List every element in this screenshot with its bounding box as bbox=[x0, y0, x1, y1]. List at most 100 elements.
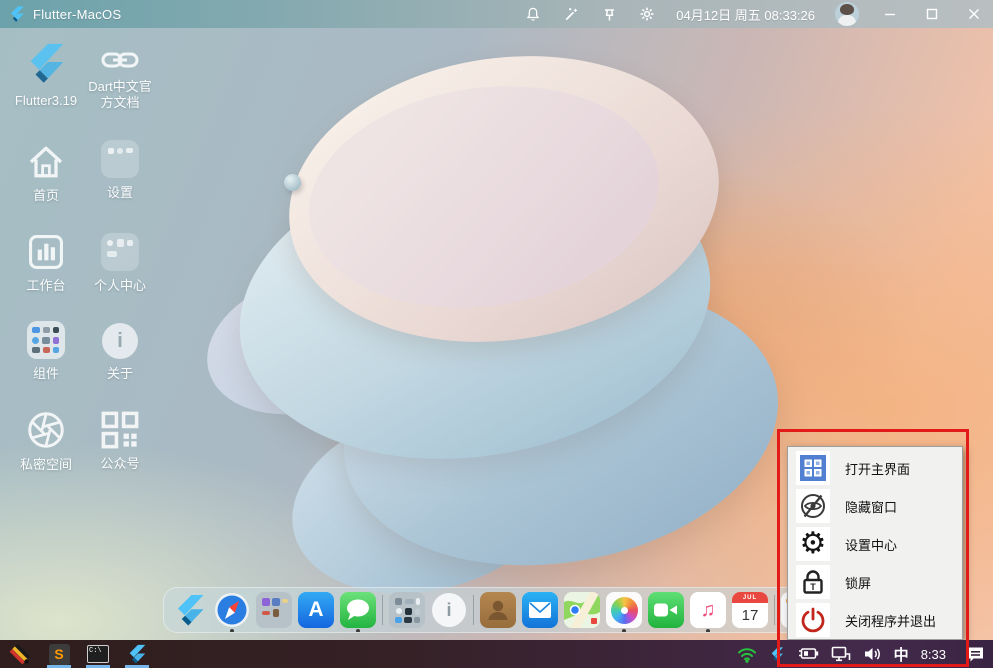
mail-icon bbox=[522, 592, 558, 628]
magic-wand-icon[interactable] bbox=[562, 5, 580, 23]
close-button[interactable] bbox=[963, 4, 985, 24]
titlebar-datetime: 04月12日 周五 08:33:26 bbox=[676, 7, 815, 23]
lock-screen-icon: T bbox=[803, 570, 823, 594]
dock-mail[interactable] bbox=[522, 592, 558, 628]
windows-taskbar: S C:\ 中 8:33 bbox=[0, 640, 993, 668]
shortcut-label: 个人中心 bbox=[93, 278, 146, 293]
dock-messages[interactable] bbox=[340, 592, 376, 632]
flutter-logo bbox=[129, 644, 146, 664]
shortcut-label: 关于 bbox=[106, 366, 133, 381]
dock-contacts[interactable] bbox=[480, 592, 516, 628]
shortcut-label: 设置 bbox=[106, 185, 133, 200]
menu-item-hide-window[interactable]: 隐藏窗口 bbox=[788, 487, 962, 525]
dock-music[interactable]: ♫ bbox=[690, 592, 726, 632]
qrcode-icon bbox=[101, 411, 139, 449]
dock-safari[interactable] bbox=[214, 592, 250, 632]
titlebar-gear-icon[interactable] bbox=[638, 5, 656, 23]
paint-brush-icon bbox=[9, 643, 31, 665]
messages-icon bbox=[340, 592, 376, 628]
tray-flutter-icon[interactable] bbox=[769, 646, 785, 662]
notification-center-icon[interactable] bbox=[966, 646, 985, 663]
info-circle-icon: i bbox=[102, 323, 138, 359]
taskbar-sublime-text[interactable]: S bbox=[46, 640, 72, 668]
taskbar-flutter-app[interactable] bbox=[124, 640, 150, 668]
aperture-icon bbox=[28, 412, 64, 448]
maximize-button[interactable] bbox=[921, 4, 943, 24]
tray-context-menu: 打开主界面 隐藏窗口 ⚙ 设置中心 T 锁屏 关闭程序并退出 bbox=[787, 446, 963, 640]
menu-item-label: 锁屏 bbox=[845, 575, 872, 591]
wifi-icon[interactable] bbox=[737, 646, 757, 663]
calendar-day: 17 bbox=[741, 607, 759, 624]
shortcut-dart-docs[interactable]: Dart中文官方文档 bbox=[82, 48, 158, 111]
network-icon[interactable] bbox=[831, 646, 851, 662]
menu-item-label: 设置中心 bbox=[845, 537, 898, 553]
dock-calendar[interactable]: JUL 17 bbox=[732, 592, 768, 628]
cmd-label: C:\ bbox=[89, 647, 102, 655]
ime-indicator[interactable]: 中 bbox=[894, 644, 909, 665]
pin-icon[interactable] bbox=[600, 5, 618, 23]
running-indicator bbox=[230, 629, 234, 632]
shortcut-home[interactable]: 首页 bbox=[8, 143, 84, 204]
sublime-letter: S bbox=[54, 646, 64, 662]
flutter-logo-icon bbox=[11, 6, 24, 22]
shortcut-about[interactable]: i 关于 bbox=[82, 323, 158, 382]
workbench-chart-icon bbox=[29, 235, 63, 269]
main-ui-grid-icon bbox=[800, 455, 826, 481]
shortcut-workbench[interactable]: 工作台 bbox=[8, 233, 84, 294]
running-indicator bbox=[706, 629, 710, 632]
battery-power-icon[interactable] bbox=[797, 647, 819, 661]
shortcut-label: Flutter3.19 bbox=[14, 93, 78, 108]
about-letter: i bbox=[446, 599, 452, 620]
info-letter: i bbox=[117, 329, 123, 352]
app-store-letter: A bbox=[308, 598, 324, 621]
volume-icon[interactable] bbox=[863, 646, 882, 662]
menu-item-open-main-ui[interactable]: 打开主界面 bbox=[788, 449, 962, 487]
minimize-button[interactable] bbox=[879, 4, 901, 24]
settings-box-icon bbox=[101, 140, 139, 178]
shortcut-label: 组件 bbox=[32, 366, 59, 381]
dock-app-store[interactable]: A bbox=[298, 592, 334, 628]
titlebar: Flutter-MacOS 04月12日 周五 08:33:26 bbox=[0, 0, 993, 28]
maps-icon bbox=[564, 592, 600, 628]
dock-about[interactable]: i bbox=[431, 592, 467, 628]
menu-item-lock-screen[interactable]: T 锁屏 bbox=[788, 563, 962, 601]
dock-facetime[interactable] bbox=[648, 592, 684, 628]
contacts-icon bbox=[480, 592, 516, 628]
dock-maps[interactable] bbox=[564, 592, 600, 628]
dock-utilities-folder-b[interactable] bbox=[389, 592, 425, 628]
link-icon bbox=[101, 52, 139, 68]
tray-clock[interactable]: 8:33 bbox=[921, 647, 946, 662]
svg-text:T: T bbox=[810, 582, 816, 592]
wallpaper-sphere bbox=[284, 174, 301, 191]
shortcut-label: 私密空间 bbox=[19, 457, 72, 472]
music-icon: ♫ bbox=[690, 592, 726, 628]
profile-box-icon bbox=[101, 233, 139, 271]
about-info-icon: i bbox=[432, 593, 466, 627]
bell-icon[interactable] bbox=[524, 5, 542, 23]
utilities-folder-icon bbox=[389, 592, 425, 628]
music-note-glyph: ♫ bbox=[700, 598, 716, 621]
running-indicator bbox=[622, 629, 626, 632]
shortcut-flutter319[interactable]: Flutter3.19 bbox=[8, 40, 84, 109]
photos-icon bbox=[606, 592, 642, 628]
shortcut-private-space[interactable]: 私密空间 bbox=[8, 410, 84, 473]
taskbar-command-prompt[interactable]: C:\ bbox=[85, 640, 111, 668]
home-icon bbox=[29, 146, 63, 178]
dock-utilities-folder-a[interactable] bbox=[256, 592, 292, 628]
dock: A i ♫ JUL 17 bbox=[163, 587, 804, 633]
user-avatar[interactable] bbox=[835, 2, 859, 26]
dock-flutter[interactable] bbox=[172, 592, 208, 628]
dock-separator bbox=[382, 595, 383, 625]
facetime-icon bbox=[648, 592, 684, 628]
shortcut-official-account[interactable]: 公众号 bbox=[82, 411, 158, 472]
menu-item-settings-center[interactable]: ⚙ 设置中心 bbox=[788, 525, 962, 563]
menu-item-label: 关闭程序并退出 bbox=[845, 613, 937, 629]
shortcut-components[interactable]: 组件 bbox=[8, 321, 84, 382]
shortcut-profile[interactable]: 个人中心 bbox=[82, 233, 158, 294]
menu-item-quit[interactable]: 关闭程序并退出 bbox=[788, 601, 962, 639]
calendar-icon: JUL 17 bbox=[732, 592, 768, 628]
app-window: Flutter-MacOS 04月12日 周五 08:33:26 Flutter… bbox=[0, 0, 993, 668]
taskbar-paint-brush-app[interactable] bbox=[7, 640, 33, 668]
shortcut-settings[interactable]: 设置 bbox=[82, 140, 158, 201]
dock-photos[interactable] bbox=[606, 592, 642, 632]
